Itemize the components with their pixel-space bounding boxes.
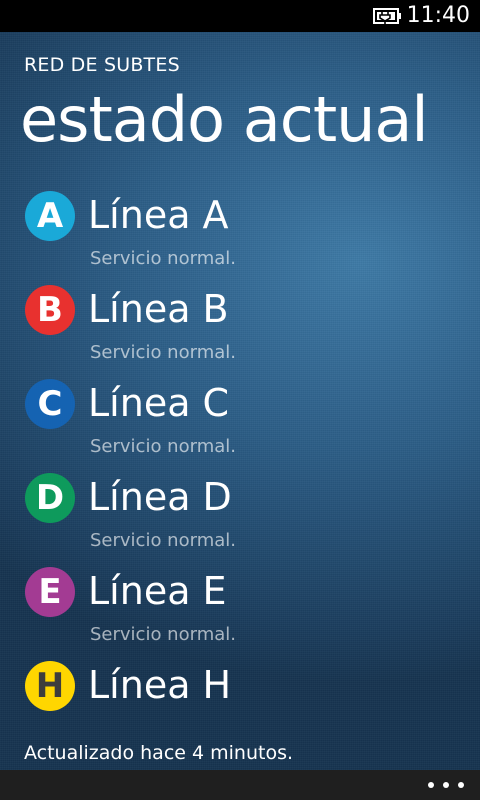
line-b-badge-icon: B — [25, 285, 75, 335]
ellipsis-icon — [458, 782, 464, 788]
line-item-b[interactable]: B Línea B Servicio normal. — [0, 280, 480, 374]
battery-charging-icon — [373, 8, 401, 24]
line-status: Servicio normal. — [90, 342, 236, 363]
ellipsis-icon — [443, 782, 449, 788]
line-d-badge-icon: D — [25, 473, 75, 523]
line-name: Línea E — [88, 569, 227, 613]
app-bar — [0, 770, 480, 800]
line-status: Servicio normal. — [90, 530, 236, 551]
more-options-button[interactable] — [428, 776, 464, 794]
line-a-badge-icon: A — [25, 191, 75, 241]
last-updated-text: Actualizado hace 4 minutos. — [24, 742, 294, 764]
line-name: Línea B — [88, 287, 229, 331]
app-title: RED DE SUBTES — [24, 54, 180, 76]
line-status: Servicio normal. — [90, 436, 236, 457]
line-name: Línea A — [88, 193, 229, 237]
ellipsis-icon — [428, 782, 434, 788]
line-name: Línea D — [88, 475, 232, 519]
line-name: Línea C — [88, 381, 230, 425]
line-e-badge-icon: E — [25, 567, 75, 617]
line-h-badge-icon: H — [25, 661, 75, 711]
page-title: estado actual — [20, 83, 429, 156]
line-item-c[interactable]: C Línea C Servicio normal. — [0, 374, 480, 468]
line-item-a[interactable]: A Línea A Servicio normal. — [0, 186, 480, 280]
line-c-badge-icon: C — [25, 379, 75, 429]
line-item-h[interactable]: H Línea H — [0, 656, 480, 750]
line-status: Servicio normal. — [90, 624, 236, 645]
status-bar: 11:40 — [0, 0, 480, 32]
line-item-d[interactable]: D Línea D Servicio normal. — [0, 468, 480, 562]
main-content: RED DE SUBTES estado actual A Línea A Se… — [0, 32, 480, 770]
phone-screen: 11:40 RED DE SUBTES estado actual A Líne… — [0, 0, 480, 800]
line-name: Línea H — [88, 663, 232, 707]
line-status: Servicio normal. — [90, 248, 236, 269]
subway-lines-list: A Línea A Servicio normal. B Línea B Ser… — [0, 186, 480, 750]
line-item-e[interactable]: E Línea E Servicio normal. — [0, 562, 480, 656]
status-clock: 11:40 — [406, 3, 470, 28]
